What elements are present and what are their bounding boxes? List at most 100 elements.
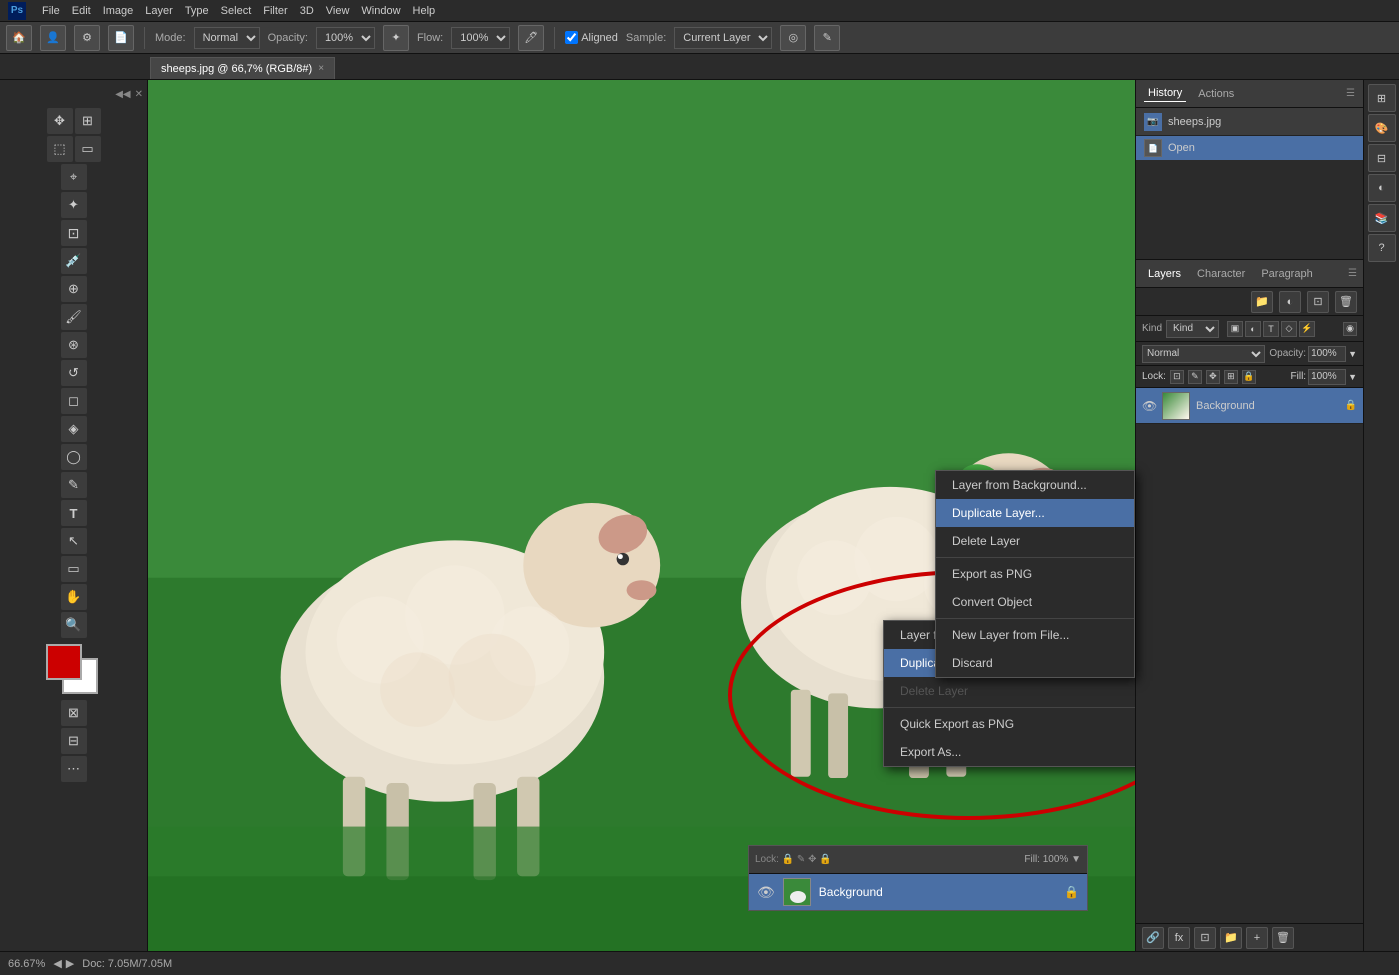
- pen-tool[interactable]: ✎: [61, 472, 87, 498]
- filter-shape-btn[interactable]: ◇: [1281, 321, 1297, 337]
- sample-select[interactable]: Current Layer: [674, 27, 772, 49]
- opacity-select[interactable]: 100%: [316, 27, 375, 49]
- layer-visibility-icon[interactable]: 👁: [757, 884, 775, 901]
- opacity-dropdown-icon[interactable]: ▼: [1348, 349, 1357, 359]
- menu-file[interactable]: File: [42, 5, 60, 17]
- user-button[interactable]: 👤: [40, 25, 66, 51]
- layers-tab[interactable]: Layers: [1142, 266, 1187, 282]
- rectangle-tool[interactable]: ▭: [61, 556, 87, 582]
- artboard-tool[interactable]: ⊞: [75, 108, 101, 134]
- toolbar-close-icon[interactable]: ✕: [135, 89, 143, 100]
- menu-3d[interactable]: 3D: [300, 5, 314, 17]
- ctx-right-new-from-file[interactable]: New Layer from File...: [936, 621, 1134, 649]
- ctx-right-export-png[interactable]: Export as PNG: [936, 560, 1134, 588]
- airbrush-toggle[interactable]: ✦: [383, 25, 409, 51]
- ctx-export-as[interactable]: Export As...: [884, 738, 1135, 766]
- character-tab[interactable]: Character: [1191, 266, 1251, 282]
- learn-btn[interactable]: ?: [1368, 234, 1396, 262]
- properties-btn[interactable]: ⊟: [1368, 144, 1396, 172]
- toolbar-collapse-icon[interactable]: ◀◀: [115, 89, 130, 100]
- clone-tool[interactable]: ⊛: [61, 332, 87, 358]
- lock-transparent-btn[interactable]: ⊡: [1170, 370, 1184, 384]
- screen-mode-tool[interactable]: ⊟: [61, 728, 87, 754]
- hand-tool[interactable]: ✋: [61, 584, 87, 610]
- menu-window[interactable]: Window: [361, 5, 400, 17]
- filter-smart-btn[interactable]: ⚡: [1299, 321, 1315, 337]
- tab-close-button[interactable]: ×: [318, 63, 324, 74]
- path-select-tool[interactable]: ↖: [61, 528, 87, 554]
- filter-toggle-btn[interactable]: ◉: [1343, 322, 1357, 336]
- delete-layer-btn[interactable]: 🗑: [1335, 291, 1357, 313]
- history-open-item[interactable]: 📄 Open: [1136, 136, 1363, 160]
- nav-next-icon[interactable]: ▶: [66, 957, 74, 970]
- ctx-right-convert[interactable]: Convert Object: [936, 588, 1134, 616]
- fill-input[interactable]: [1308, 369, 1346, 385]
- ctx-right-duplicate[interactable]: Duplicate Layer...: [936, 499, 1134, 527]
- rect-select-tool[interactable]: ⬚: [47, 136, 73, 162]
- more-tools[interactable]: ⋯: [61, 756, 87, 782]
- canvas-layer-item[interactable]: 👁 Background 🔒: [749, 874, 1087, 910]
- move-tool[interactable]: ✥: [47, 108, 73, 134]
- filter-type-btn[interactable]: T: [1263, 321, 1279, 337]
- menu-image[interactable]: Image: [103, 5, 134, 17]
- add-style-btn[interactable]: fx: [1168, 927, 1190, 949]
- delete-footer-btn[interactable]: 🗑: [1272, 927, 1294, 949]
- quick-select-tool[interactable]: ✦: [61, 192, 87, 218]
- blend-mode-select[interactable]: Normal Dissolve Multiply: [1142, 345, 1265, 363]
- menu-layer[interactable]: Layer: [145, 5, 173, 17]
- lock-pixels-btn[interactable]: ✎: [1188, 370, 1202, 384]
- history-brush-tool[interactable]: ↺: [61, 360, 87, 386]
- new-group-btn[interactable]: 📁: [1251, 291, 1273, 313]
- menu-filter[interactable]: Filter: [263, 5, 287, 17]
- nav-prev-icon[interactable]: ◀: [53, 957, 61, 970]
- single-row-tool[interactable]: ▭: [75, 136, 101, 162]
- brush-tool[interactable]: 🖌: [61, 304, 87, 330]
- document-tab[interactable]: sheeps.jpg @ 66,7% (RGB/8#) ×: [150, 57, 335, 79]
- layer-item-background[interactable]: 👁 Background 🔒: [1136, 388, 1363, 424]
- menu-view[interactable]: View: [326, 5, 350, 17]
- lasso-tool[interactable]: ⌖: [61, 164, 87, 190]
- ctx-right-layer-from-bg[interactable]: Layer from Background...: [936, 471, 1134, 499]
- menu-select[interactable]: Select: [221, 5, 252, 17]
- dodge-tool[interactable]: ◯: [61, 444, 87, 470]
- create-group-btn[interactable]: 📁: [1220, 927, 1242, 949]
- actions-tab[interactable]: Actions: [1194, 86, 1238, 102]
- aligned-checkbox[interactable]: [565, 31, 578, 44]
- new-layer-btn[interactable]: +: [1246, 927, 1268, 949]
- lock-all-btn[interactable]: 🔒: [1242, 370, 1256, 384]
- swatches-btn[interactable]: 🎨: [1368, 114, 1396, 142]
- kind-filter-select[interactable]: Kind Name Effect: [1166, 320, 1219, 338]
- crop-tool[interactable]: ⊡: [61, 220, 87, 246]
- ctx-quick-export[interactable]: Quick Export as PNG: [884, 710, 1135, 738]
- adjustments-btn[interactable]: ◐: [1368, 174, 1396, 202]
- history-tab[interactable]: History: [1144, 85, 1186, 102]
- layer-visibility-toggle[interactable]: 👁: [1142, 399, 1156, 413]
- brush-preset-btn[interactable]: ✎: [814, 25, 840, 51]
- filter-pixel-btn[interactable]: ▣: [1227, 321, 1243, 337]
- quick-mask-tool[interactable]: ⊠: [61, 700, 87, 726]
- gradient-tool[interactable]: ◈: [61, 416, 87, 442]
- new-adjustment-btn[interactable]: ◐: [1279, 291, 1301, 313]
- paragraph-tab[interactable]: Paragraph: [1255, 266, 1318, 282]
- history-menu-btn[interactable]: ☰: [1346, 88, 1355, 99]
- zoom-tool[interactable]: 🔍: [61, 612, 87, 638]
- channels-btn[interactable]: ⊞: [1368, 84, 1396, 112]
- mode-select[interactable]: Normal: [194, 27, 260, 49]
- link-layers-btn[interactable]: 🔗: [1142, 927, 1164, 949]
- fill-dropdown-icon[interactable]: ▼: [1348, 372, 1357, 382]
- flow-select[interactable]: 100%: [451, 27, 510, 49]
- filter-adjustment-btn[interactable]: ◐: [1245, 321, 1261, 337]
- lock-position-btn[interactable]: ✥: [1206, 370, 1220, 384]
- layers-menu-btn[interactable]: ☰: [1348, 268, 1357, 279]
- eraser-tool[interactable]: ◻: [61, 388, 87, 414]
- menu-edit[interactable]: Edit: [72, 5, 91, 17]
- document-button[interactable]: 📄: [108, 25, 134, 51]
- lock-artboard-btn[interactable]: ⊞: [1224, 370, 1238, 384]
- home-button[interactable]: 🏠: [6, 25, 32, 51]
- ctx-right-delete[interactable]: Delete Layer: [936, 527, 1134, 555]
- menu-help[interactable]: Help: [413, 5, 436, 17]
- add-mask-btn[interactable]: ⊡: [1307, 291, 1329, 313]
- settings-button[interactable]: ⚙: [74, 25, 100, 51]
- opacity-input[interactable]: [1308, 346, 1346, 362]
- foreground-color[interactable]: [46, 644, 82, 680]
